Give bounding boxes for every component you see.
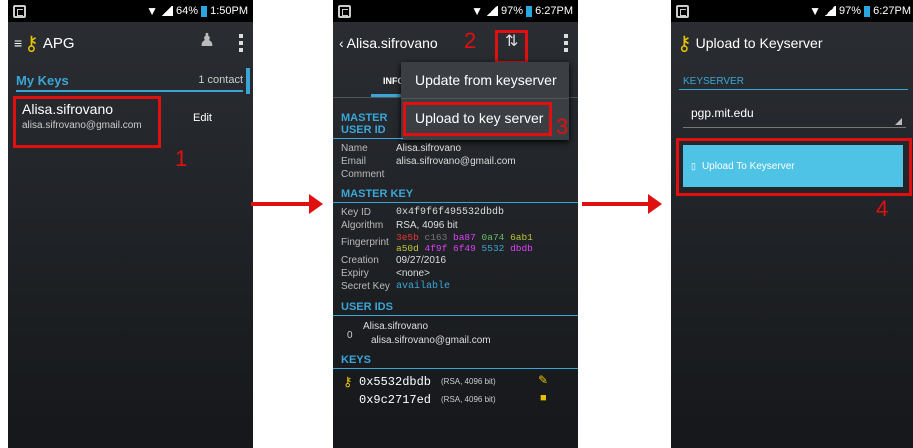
- add-contact-icon[interactable]: ♟: [199, 30, 215, 51]
- status-bar: ▼ 64% 1:50PM: [8, 0, 253, 22]
- uid-name: Alisa.sifrovano: [363, 321, 429, 332]
- screen-title: Upload to Keyserver: [695, 35, 823, 51]
- arrow-2: [582, 194, 662, 214]
- key-icon[interactable]: ⚷: [677, 31, 692, 56]
- app-title: APG: [42, 34, 75, 52]
- subkey-row: ⚷ 0x5532dbdb (RSA, 4096 bit) ✎: [343, 373, 549, 389]
- battery-percent: 97%: [839, 5, 862, 17]
- expiry-row: Expiry <none>: [341, 268, 430, 279]
- fingerprint-value: 3e5b c163 ba87 0a74 6ab1 a50d 4f9f 6f49 …: [396, 232, 556, 254]
- screen-upload-keyserver: ▼ 97% 6:27PM ⚷ Upload to Keyserver KEYSE…: [671, 0, 913, 448]
- overflow-menu-icon[interactable]: [239, 34, 243, 52]
- pencil-icon: ✎: [538, 373, 549, 387]
- master-user-id-header: MASTER USER ID: [333, 110, 403, 139]
- app-notification-icon: [13, 4, 26, 18]
- creation-row: Creation 09/27/2016: [341, 255, 447, 266]
- fp-group: 0a74: [481, 232, 505, 243]
- step-number-4: 4: [876, 196, 889, 221]
- battery-icon: [864, 5, 871, 17]
- keyserver-select[interactable]: pgp.mit.edu: [683, 98, 906, 128]
- app-notification-icon: [676, 4, 689, 18]
- fingerprint-row: Fingerprint 3e5b c163 ba87 0a74 6ab1 a50…: [333, 232, 578, 254]
- signal-icon: [486, 6, 499, 16]
- step-number-1: 1: [175, 146, 188, 171]
- user-ids-header: USER IDS: [333, 299, 578, 316]
- action-bar: ‹ Alisa.sifrovano 2 ⇅: [333, 22, 578, 64]
- app-notification-icon: [338, 4, 351, 18]
- signal-icon: [824, 6, 837, 16]
- highlight-box-1: [13, 96, 161, 148]
- fp-group: c163: [424, 232, 448, 243]
- menu-update-keyserver[interactable]: Update from keyserver: [401, 62, 569, 99]
- lock-icon: ■: [540, 392, 547, 404]
- fp-group: 6ab1: [510, 232, 533, 243]
- fp-group: dbdb: [510, 243, 533, 254]
- clock: 6:27PM: [535, 5, 573, 17]
- fp-group: 4f9f: [424, 243, 448, 254]
- battery-percent: 64%: [176, 5, 199, 17]
- clock: 1:50PM: [210, 5, 248, 17]
- battery-icon: [201, 5, 208, 17]
- screen-my-keys: ▼ 64% 1:50PM ≡ ⚷ APG ♟ My Keys 1 contact…: [8, 0, 253, 448]
- fp-group: 5532: [481, 243, 505, 254]
- email-row: Email alisa.sifrovano@gmail.com: [341, 156, 516, 167]
- contact-count: 1 contact: [198, 74, 243, 86]
- step-number-2: 2: [464, 28, 477, 53]
- wifi-icon: ▼: [809, 4, 822, 18]
- key-id-row: Key ID 0x4f9f6f495532dbdb: [341, 207, 505, 218]
- highlight-box-4: [676, 138, 912, 196]
- details-content: MASTER USER ID Name Alisa.sifrovano Email…: [333, 110, 578, 409]
- highlight-box-2: [495, 30, 528, 64]
- signal-icon: [161, 6, 174, 16]
- name-row: Name Alisa.sifrovano: [341, 143, 462, 154]
- action-bar: ≡ ⚷ APG ♟: [8, 22, 253, 64]
- fp-group: ba87: [453, 232, 476, 243]
- battery-percent: 97%: [501, 5, 524, 17]
- algorithm-row: Algorithm RSA, 4096 bit: [341, 220, 458, 231]
- back-icon[interactable]: ‹: [339, 35, 344, 51]
- my-keys-header: My Keys 1 contact: [16, 70, 243, 92]
- arrow-1: [251, 194, 323, 214]
- screen-key-details: ▼ 97% 6:27PM ‹ Alisa.sifrovano 2 ⇅ INFO …: [333, 0, 578, 448]
- user-id-item: 0 Alisa.sifrovano alisa.sifrovano@gmail.…: [347, 321, 491, 346]
- status-bar: ▼ 97% 6:27PM: [333, 0, 578, 22]
- secret-key-row: Secret Key available: [341, 281, 451, 292]
- keys-header: KEYS: [333, 352, 578, 369]
- wifi-icon: ▼: [471, 4, 484, 18]
- fp-group: 6f49: [453, 243, 476, 254]
- keyserver-value: pgp.mit.edu: [691, 106, 754, 120]
- uid-email: alisa.sifrovano@gmail.com: [371, 335, 491, 346]
- battery-icon: [526, 5, 533, 17]
- keyserver-header: KEYSERVER: [679, 74, 908, 90]
- edit-button[interactable]: Edit: [193, 112, 212, 124]
- master-key-header: MASTER KEY: [333, 186, 578, 203]
- status-bar: ▼ 97% 6:27PM: [671, 0, 913, 22]
- key-title: Alisa.sifrovano: [346, 35, 438, 51]
- action-bar: ⚷ Upload to Keyserver: [671, 22, 913, 64]
- fp-group: a50d: [396, 243, 419, 254]
- dropdown-indicator-icon: [895, 118, 902, 125]
- section-title: My Keys: [16, 72, 69, 88]
- key-icon: ⚷: [343, 374, 353, 389]
- wifi-icon: ▼: [146, 4, 159, 18]
- scroll-indicator: [246, 68, 250, 94]
- overflow-menu-icon[interactable]: [564, 34, 568, 52]
- drawer-icon[interactable]: ≡: [14, 35, 22, 51]
- key-icon: ⚷: [24, 32, 39, 55]
- comment-row: Comment: [341, 169, 385, 180]
- fp-group: 3e5b: [396, 232, 419, 243]
- subkey-row: 0x9c2717ed (RSA, 4096 bit) ■: [359, 392, 547, 407]
- clock: 6:27PM: [873, 5, 911, 17]
